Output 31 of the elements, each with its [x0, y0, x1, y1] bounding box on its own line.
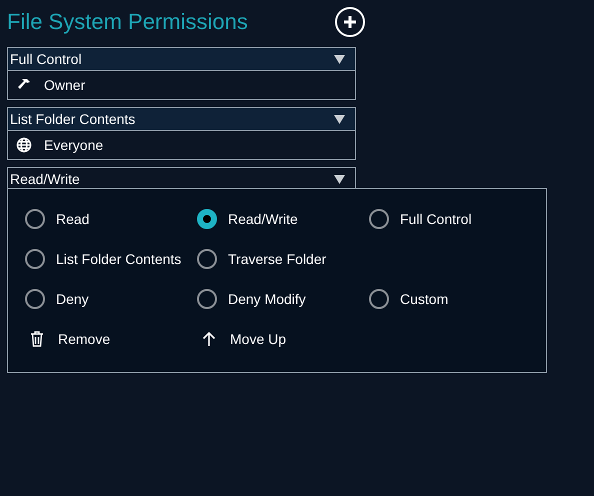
permission-option[interactable]: Full Control [369, 199, 541, 239]
page-title: File System Permissions [7, 9, 248, 35]
permission-option[interactable]: Custom [369, 279, 541, 319]
permission-option[interactable]: Deny Modify [197, 279, 369, 319]
permission-option[interactable]: Deny [25, 279, 197, 319]
dropdown-arrow-icon [334, 174, 345, 184]
radio-button[interactable] [25, 289, 45, 309]
permission-dropdown[interactable]: Full Control [7, 47, 356, 71]
remove-button[interactable]: Remove [25, 319, 110, 359]
arrow-up-icon [202, 331, 216, 347]
permission-option[interactable]: Read [25, 199, 197, 239]
permission-option[interactable]: Traverse Folder [197, 239, 369, 279]
permission-dropdown[interactable]: List Folder Contents [7, 107, 356, 131]
permission-option[interactable]: List Folder Contents [25, 239, 197, 279]
permission-option[interactable]: Read/Write [197, 199, 369, 239]
radio-button[interactable] [369, 289, 389, 309]
radio-button[interactable] [25, 209, 45, 229]
radio-button[interactable] [197, 249, 217, 269]
dropdown-arrow-icon [334, 54, 345, 64]
radio-button[interactable] [25, 249, 45, 269]
radio-button[interactable] [369, 209, 389, 229]
radio-button[interactable] [197, 289, 217, 309]
trash-icon [30, 331, 44, 347]
principal-name: Owner [44, 77, 86, 93]
move-up-button[interactable]: Move Up [197, 319, 286, 359]
plus-icon [342, 14, 358, 30]
radio-button[interactable] [197, 209, 217, 229]
principal-name: Everyone [44, 137, 104, 153]
add-button[interactable] [335, 7, 365, 37]
dropdown-arrow-icon [334, 114, 345, 124]
globe-icon [16, 137, 32, 153]
